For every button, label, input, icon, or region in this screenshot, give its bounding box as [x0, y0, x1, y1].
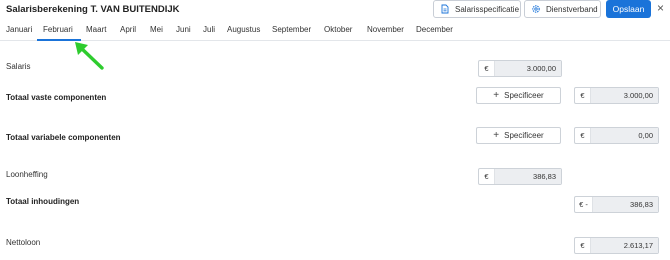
tab-september[interactable]: September	[272, 25, 311, 34]
close-icon[interactable]: ×	[657, 2, 664, 14]
salaris-value: 3.000,00	[495, 61, 561, 76]
tab-mei[interactable]: Mei	[150, 25, 163, 34]
loonheffing-value: 386,83	[495, 169, 561, 184]
tab-januari[interactable]: Januari	[6, 25, 32, 34]
tab-augustus[interactable]: Augustus	[227, 25, 260, 34]
specificeer-vaste-button[interactable]: + Specificeer	[476, 87, 561, 104]
nettoloon-label: Nettoloon	[6, 238, 41, 247]
currency-symbol: €	[479, 169, 495, 184]
save-button[interactable]: Opslaan	[606, 0, 651, 18]
currency-symbol: €	[479, 61, 495, 76]
tab-juni[interactable]: Juni	[176, 25, 191, 34]
salaris-label: Salaris	[6, 62, 31, 71]
plus-icon: +	[493, 130, 500, 141]
salarisspecificatie-label: Salarisspecificatie	[455, 4, 520, 14]
plus-icon: +	[493, 90, 500, 101]
totaal-inhoudingen-value: 386,83	[593, 197, 658, 212]
totaal-vaste-componenten-label: Totaal vaste componenten	[6, 93, 107, 102]
totaal-inhoudingen-field: € - 386,83	[574, 196, 659, 213]
totaal-inhoudingen-label: Totaal inhoudingen	[6, 197, 80, 206]
nettoloon-field: € 2.613,17	[574, 237, 659, 254]
page-title: Salarisberekening T. VAN BUITENDIJK	[6, 4, 180, 15]
tab-oktober[interactable]: Oktober	[324, 25, 352, 34]
dienstverband-button[interactable]: Dienstverband	[524, 0, 601, 18]
specificeer-label: Specificeer	[504, 131, 544, 140]
totaal-vaste-field: € 3.000,00	[574, 87, 659, 104]
gear-icon	[532, 5, 540, 13]
currency-symbol: €	[575, 238, 591, 253]
document-icon	[441, 4, 449, 14]
specificeer-variabele-button[interactable]: + Specificeer	[476, 127, 561, 144]
totaal-variabele-field: € 0,00	[574, 127, 659, 144]
tab-december[interactable]: December	[416, 25, 453, 34]
annotation-arrow-icon	[75, 42, 104, 70]
totaal-vaste-value: 3.000,00	[591, 88, 658, 103]
loonheffing-label: Loonheffing	[6, 170, 48, 179]
salarisspecificatie-button[interactable]: Salarisspecificatie	[433, 0, 521, 18]
tab-maart[interactable]: Maart	[86, 25, 106, 34]
header-bar: Salarisberekening T. VAN BUITENDIJK Sala…	[0, 0, 670, 19]
specificeer-label: Specificeer	[504, 91, 544, 100]
currency-symbol: € -	[575, 197, 593, 212]
tab-juli[interactable]: Juli	[203, 25, 215, 34]
nettoloon-value: 2.613,17	[591, 238, 658, 253]
totaal-variabele-value: 0,00	[591, 128, 658, 143]
month-tabs: Januari Februari Maart April Mei Juni Ju…	[0, 20, 670, 41]
tab-november[interactable]: November	[367, 25, 404, 34]
dienstverband-label: Dienstverband	[546, 4, 598, 14]
totaal-variabele-componenten-label: Totaal variabele componenten	[6, 133, 121, 142]
loonheffing-field[interactable]: € 386,83	[478, 168, 562, 185]
tab-februari[interactable]: Februari	[43, 25, 73, 34]
currency-symbol: €	[575, 88, 591, 103]
currency-symbol: €	[575, 128, 591, 143]
tab-april[interactable]: April	[120, 25, 136, 34]
salaris-field: € 3.000,00	[478, 60, 562, 77]
